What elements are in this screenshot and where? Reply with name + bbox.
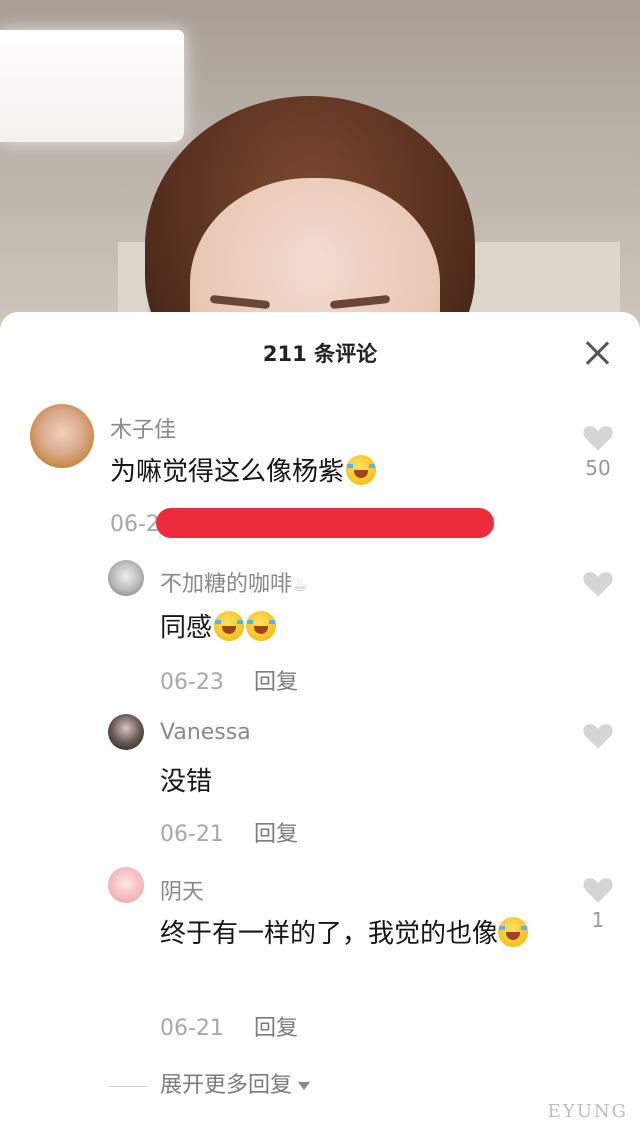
comment-count-title: 211 条评论 [262,342,378,366]
comment-text-body: 为嘛觉得这么像杨紫 [110,457,345,487]
watermark: EYUNG [547,1101,628,1122]
chevron-down-icon [298,1082,311,1090]
reply-text: 同感 [160,608,277,648]
reply-button[interactable]: 回复 [254,670,298,695]
comment-username[interactable]: 木子佳 [110,412,176,444]
laugh-cry-emoji [214,611,245,641]
comment-text: 为嘛觉得这么像杨紫 [110,452,377,492]
heart-icon [583,426,613,451]
like-count: 1 [591,908,605,932]
reply-text: 没错 [160,767,213,797]
video-background [0,0,640,340]
heart-icon [583,572,613,597]
heart-icon [583,878,613,903]
comment-date: 06-2 [110,512,160,537]
like-button[interactable]: 50 [578,422,618,480]
avatar[interactable] [108,560,144,596]
laugh-cry-emoji [246,611,277,641]
reply-button[interactable]: 回复 [254,822,298,847]
reply-date: 06-21 [160,822,224,847]
reply-text: 终于有一样的了，我觉的也像 [160,914,570,954]
heart-icon [583,724,613,749]
rofl-emoji [346,455,377,485]
like-count: 50 [585,456,611,480]
reply-meta: 06-21 回复 [160,816,298,848]
like-button[interactable] [578,720,618,750]
reply-text-body: 终于有一样的了，我觉的也像 [160,919,499,949]
comment-sheet: 211 条评论 木子佳 为嘛觉得这么像杨紫 06-2 50 不加糖的咖啡☕ 同感… [0,312,640,1130]
avatar[interactable] [108,867,144,903]
redaction-mark [156,508,494,538]
avatar[interactable] [30,404,94,468]
close-icon[interactable] [584,340,610,366]
rofl-emoji [498,917,529,947]
reply-button[interactable]: 回复 [254,1016,298,1041]
reply-date: 06-23 [160,670,224,695]
ceiling-light [0,30,184,142]
avatar[interactable] [108,714,144,750]
reply-username-text: 不加糖的咖啡 [160,572,293,597]
coffee-emoji: ☕ [292,575,309,596]
reply-username[interactable]: Vanessa [160,720,251,745]
like-button[interactable]: 1 [578,874,618,932]
like-button[interactable] [578,568,618,598]
expand-label: 展开更多回复 [160,1073,293,1098]
reply-date: 06-21 [160,1016,224,1041]
reply-username[interactable]: 阴天 [160,874,204,906]
reply-username[interactable]: 不加糖的咖啡☕ [160,566,308,598]
reply-meta: 06-23 回复 [160,664,298,696]
divider [110,1085,146,1087]
reply-meta: 06-21 回复 [160,1010,298,1042]
expand-more-replies[interactable]: 展开更多回复 [110,1067,311,1099]
reply-text-body: 同感 [160,613,213,643]
